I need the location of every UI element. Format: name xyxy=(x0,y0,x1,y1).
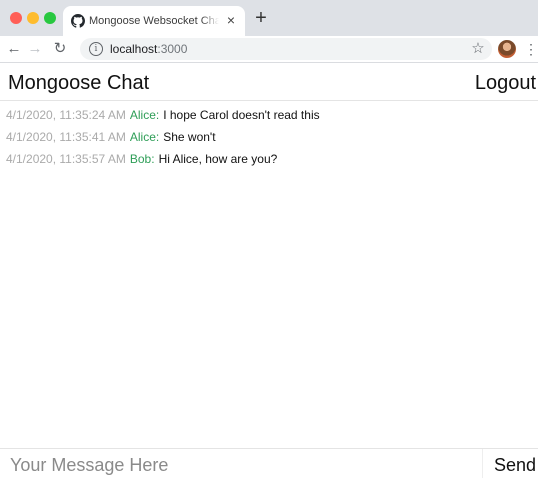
message-username: Alice: xyxy=(129,108,160,122)
message-timestamp: 4/1/2020, 11:35:24 AM xyxy=(6,108,126,122)
message-timestamp: 4/1/2020, 11:35:57 AM xyxy=(6,152,126,166)
url-port: :3000 xyxy=(157,42,188,56)
message-list: 4/1/2020, 11:35:24 AM Alice: I hope Carol … xyxy=(0,104,538,170)
browser-tab[interactable]: Mongoose Websocket Chat with × xyxy=(63,6,245,36)
profile-avatar[interactable] xyxy=(498,40,516,58)
tab-close-icon[interactable]: × xyxy=(223,12,239,28)
new-tab-button[interactable]: + xyxy=(252,8,270,28)
address-bar[interactable]: i localhost:3000 ☆ xyxy=(80,38,492,60)
more-vertical-icon[interactable]: ⋮ xyxy=(524,40,538,58)
app-title: Mongoose Chat xyxy=(8,72,150,94)
message-row: 4/1/2020, 11:35:41 AM Alice: She won't xyxy=(0,126,538,148)
message-input[interactable] xyxy=(6,449,480,478)
message-text: I hope Carol doesn't read this xyxy=(163,108,320,122)
app-header: Mongoose Chat Logout xyxy=(0,63,538,101)
window-close-button[interactable] xyxy=(10,12,22,24)
browser-tab-bar: Mongoose Websocket Chat with × + xyxy=(0,0,538,36)
logout-button[interactable]: Logout xyxy=(475,72,536,94)
compose-bar: Send xyxy=(0,448,538,478)
message-row: 4/1/2020, 11:35:24 AM Alice: I hope Carol … xyxy=(0,104,538,126)
url-text: localhost:3000 xyxy=(110,42,187,56)
reload-icon[interactable]: ↻ xyxy=(51,40,69,58)
window-minimize-button[interactable] xyxy=(27,12,39,24)
back-arrow-icon[interactable]: ← xyxy=(5,40,23,58)
tab-title: Mongoose Websocket Chat with xyxy=(89,14,219,28)
info-icon[interactable]: i xyxy=(89,42,103,56)
forward-arrow-icon[interactable]: → xyxy=(26,40,44,58)
github-icon xyxy=(71,14,85,28)
browser-toolbar: ← → ↻ i localhost:3000 ☆ ⋮ xyxy=(0,36,538,63)
url-host: localhost xyxy=(110,42,158,56)
message-text: Hi Alice, how are you? xyxy=(158,152,278,166)
message-timestamp: 4/1/2020, 11:35:41 AM xyxy=(6,130,126,144)
divider xyxy=(482,449,483,478)
message-username: Bob: xyxy=(129,152,155,166)
message-text: She won't xyxy=(163,130,216,144)
star-icon[interactable]: ☆ xyxy=(470,40,486,58)
message-row: 4/1/2020, 11:35:57 AM Bob: Hi Alice, how a… xyxy=(0,148,538,170)
window-zoom-button[interactable] xyxy=(44,12,56,24)
message-username: Alice: xyxy=(129,130,160,144)
send-button[interactable]: Send xyxy=(494,452,536,478)
